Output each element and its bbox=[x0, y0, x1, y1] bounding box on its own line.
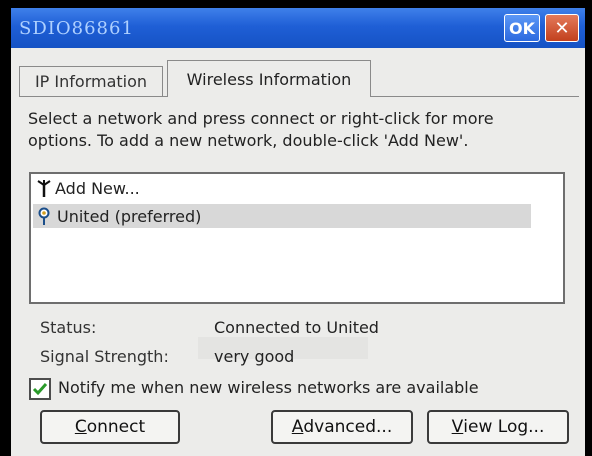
view-log-label: iew Log... bbox=[463, 417, 545, 437]
antenna-icon bbox=[37, 179, 51, 197]
window-title: SDIO86861 bbox=[19, 18, 134, 39]
close-icon: ✕ bbox=[554, 17, 570, 39]
network-list[interactable]: Add New... United (preferred) bbox=[29, 172, 565, 304]
connect-mnemonic: C bbox=[74, 417, 87, 437]
view-log-mnemonic: V bbox=[451, 417, 464, 437]
title-bar: SDIO86861 OK ✕ bbox=[11, 8, 585, 48]
notify-label[interactable]: Notify me when new wireless networks are… bbox=[58, 378, 479, 397]
advanced-label: dvanced... bbox=[303, 417, 393, 437]
advanced-button[interactable]: Advanced... bbox=[271, 410, 413, 444]
close-button[interactable]: ✕ bbox=[545, 14, 579, 42]
instructions-text: Select a network and press connect or ri… bbox=[28, 109, 494, 150]
checkmark-icon bbox=[32, 383, 48, 396]
connect-label: onnect bbox=[86, 417, 146, 437]
network-pin-icon bbox=[37, 207, 51, 225]
signal-strength-label: Signal Strength: bbox=[40, 347, 169, 366]
list-item-united[interactable]: United (preferred) bbox=[33, 204, 531, 228]
list-item-label: United (preferred) bbox=[57, 206, 202, 226]
tab-ip-information[interactable]: IP Information bbox=[19, 66, 163, 96]
advanced-mnemonic: A bbox=[291, 417, 304, 437]
notify-checkbox[interactable] bbox=[29, 378, 51, 400]
signal-strength-value: very good bbox=[214, 347, 295, 366]
status-label: Status: bbox=[40, 318, 97, 337]
connect-button[interactable]: Connect bbox=[40, 410, 180, 444]
status-value: Connected to United bbox=[214, 318, 379, 337]
list-item-label: Add New... bbox=[55, 178, 140, 198]
tab-wireless-information[interactable]: Wireless Information bbox=[167, 60, 371, 97]
ok-button[interactable]: OK bbox=[504, 14, 540, 42]
view-log-button[interactable]: View Log... bbox=[427, 410, 569, 444]
list-item-add-new[interactable]: Add New... bbox=[37, 176, 140, 200]
